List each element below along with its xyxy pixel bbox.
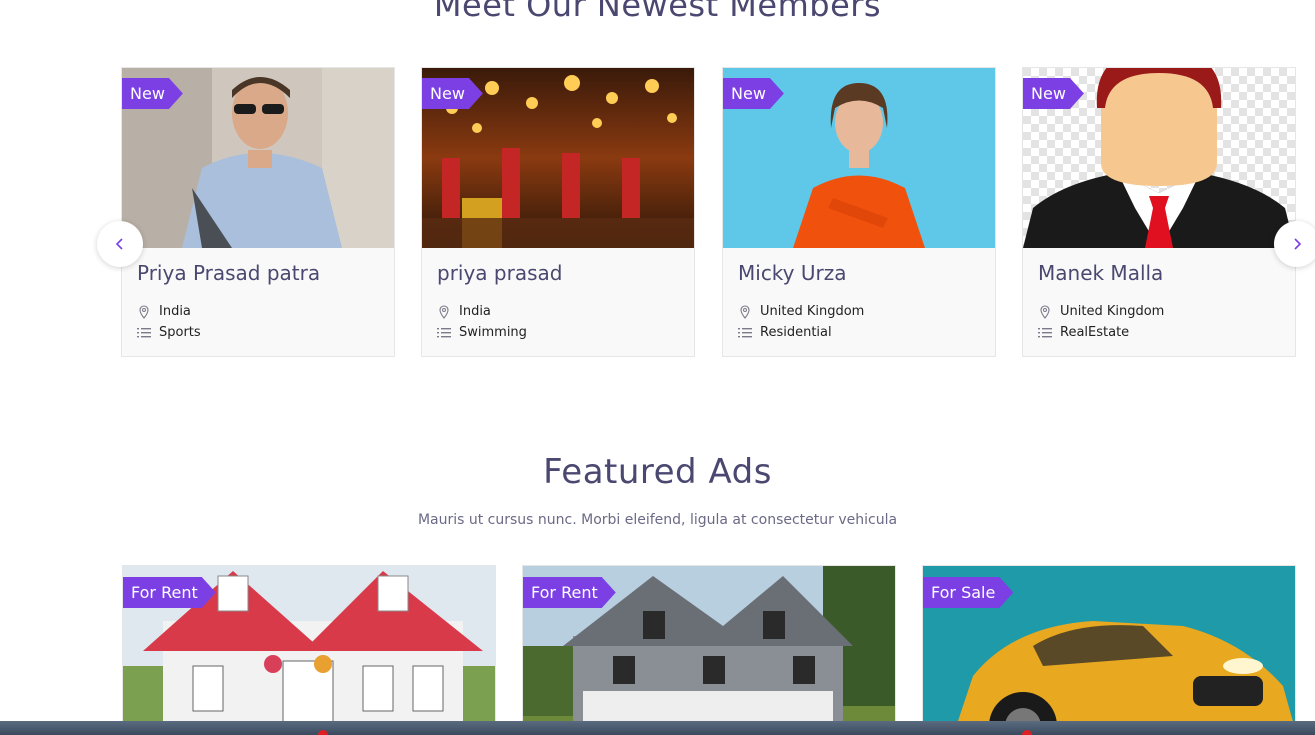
member-location: United Kingdom — [1038, 304, 1164, 319]
chevron-left-icon — [115, 238, 123, 250]
member-location-text: United Kingdom — [760, 304, 865, 319]
list-icon — [1038, 327, 1052, 337]
map-pin-icon — [139, 304, 149, 319]
members-section-title: Meet Our Newest Members — [433, 0, 882, 24]
page: Meet Our Newest Members New Priya Prasad… — [0, 0, 1315, 735]
carousel-next-button[interactable] — [1274, 221, 1315, 267]
ad-card[interactable]: For Sale — [922, 565, 1296, 735]
member-location-text: India — [459, 304, 491, 319]
member-location: India — [437, 304, 491, 319]
for-rent-badge: For Rent — [523, 577, 616, 608]
taskbar-notification-icon — [1022, 730, 1032, 735]
member-category: Residential — [738, 325, 832, 340]
ads-section-title: Featured Ads — [543, 452, 772, 492]
ad-card[interactable]: For Rent — [122, 565, 496, 735]
taskbar — [0, 721, 1315, 735]
member-card[interactable]: New Priya Prasad patra India Sports — [121, 67, 395, 357]
member-card[interactable]: New Micky Urza United Kingdom Residentia… — [722, 67, 996, 357]
list-icon — [137, 327, 151, 337]
member-name[interactable]: Manek Malla — [1038, 261, 1163, 285]
member-category-text: Sports — [159, 325, 201, 340]
chevron-right-icon — [1294, 238, 1302, 250]
member-location-text: United Kingdom — [1060, 304, 1165, 319]
member-category: Swimming — [437, 325, 527, 340]
map-pin-icon — [740, 304, 750, 319]
taskbar-notification-icon — [318, 730, 328, 735]
list-icon — [738, 327, 752, 337]
member-category: RealEstate — [1038, 325, 1129, 340]
member-card[interactable]: New Manek Malla United Kingdom RealEstat… — [1022, 67, 1296, 357]
member-category-text: Residential — [760, 325, 832, 340]
member-category: Sports — [137, 325, 201, 340]
for-sale-badge: For Sale — [923, 577, 1013, 608]
member-card[interactable]: New priya prasad India Swimming — [421, 67, 695, 357]
member-name[interactable]: Micky Urza — [738, 261, 847, 285]
member-name[interactable]: Priya Prasad patra — [137, 261, 320, 285]
carousel-prev-button[interactable] — [97, 221, 143, 267]
member-location-text: India — [159, 304, 191, 319]
for-rent-badge: For Rent — [123, 577, 216, 608]
list-icon — [437, 327, 451, 337]
member-category-text: Swimming — [459, 325, 527, 340]
map-pin-icon — [439, 304, 449, 319]
ads-section-subtitle: Mauris ut cursus nunc. Morbi eleifend, l… — [417, 512, 898, 528]
member-location: India — [137, 304, 191, 319]
member-name[interactable]: priya prasad — [437, 261, 562, 285]
member-category-text: RealEstate — [1060, 325, 1130, 340]
member-location: United Kingdom — [738, 304, 864, 319]
map-pin-icon — [1040, 304, 1050, 319]
ad-card[interactable]: For Rent — [522, 565, 896, 735]
